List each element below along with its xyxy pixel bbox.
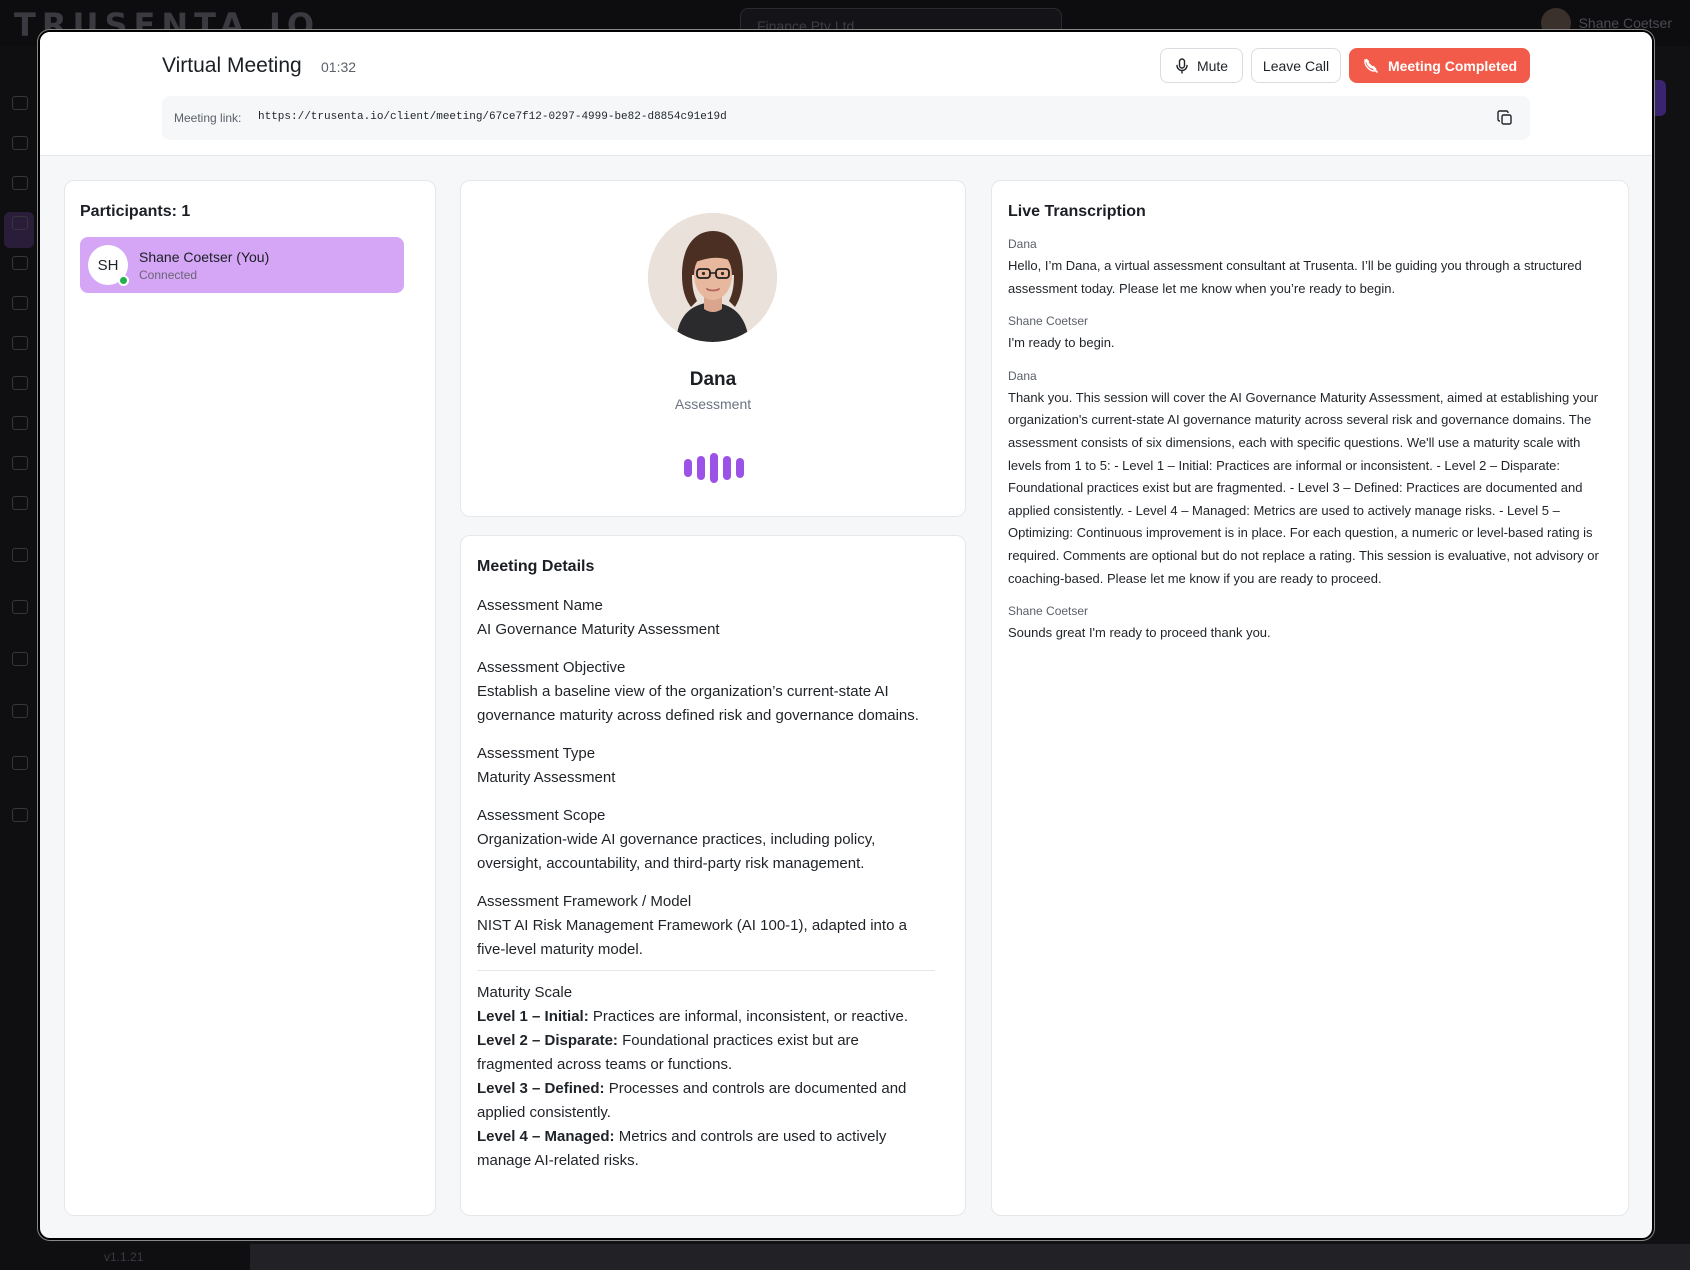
- virtual-meeting-modal: Virtual Meeting 01:32 Mute Leave Call Me…: [38, 30, 1654, 1240]
- meeting-link-label: Meeting link:: [174, 111, 242, 125]
- speaking-indicator: [684, 453, 744, 483]
- leave-call-label: Leave Call: [1262, 57, 1330, 74]
- users-icon[interactable]: [12, 808, 28, 822]
- calendar-icon[interactable]: [12, 136, 28, 150]
- maturity-scale-label: Maturity Scale: [477, 984, 573, 1001]
- online-status-dot: [118, 275, 129, 286]
- audio-bar: [723, 456, 731, 480]
- participants-panel: Participants: 1 SH Shane Coetser (You) C…: [64, 180, 436, 1216]
- help-icon[interactable]: [12, 496, 28, 510]
- agent-name: Dana: [689, 369, 737, 390]
- lightbulb-icon[interactable]: [12, 216, 28, 230]
- participant-item[interactable]: SH Shane Coetser (You) Connected: [80, 237, 404, 293]
- agent-role: Assessment: [674, 396, 752, 412]
- briefcase-icon[interactable]: [12, 600, 28, 614]
- transcript-text: I'm ready to begin.: [1008, 335, 1115, 351]
- org-chart-icon[interactable]: [12, 652, 28, 666]
- maturity-level: Level 4 – Managed: Metrics and controls …: [477, 1125, 937, 1173]
- leave-call-button[interactable]: Leave Call: [1251, 48, 1341, 83]
- detail-value: Maturity Assessment: [477, 769, 616, 786]
- detail-label: Assessment Framework / Model: [477, 893, 692, 910]
- app-version: v1.1.21: [104, 1250, 144, 1264]
- detail-label: Assessment Objective: [477, 659, 626, 676]
- meeting-completed-button[interactable]: Meeting Completed: [1349, 48, 1530, 83]
- live-transcription-title: Live Transcription: [1008, 203, 1146, 220]
- participant-status: Connected: [139, 267, 198, 282]
- meeting-title: Virtual Meeting: [162, 54, 302, 77]
- detail-value: Organization-wide AI governance practice…: [477, 831, 876, 872]
- meeting-details-title: Meeting Details: [477, 558, 595, 575]
- scale-icon[interactable]: [12, 756, 28, 770]
- audio-bar: [736, 458, 744, 478]
- participant-name: Shane Coetser (You): [139, 248, 270, 265]
- agent-avatar: [648, 213, 777, 342]
- maturity-level-name: Level 3 – Defined:: [477, 1080, 605, 1097]
- user-name: Shane Coetser: [1578, 15, 1672, 31]
- globe-icon[interactable]: [12, 704, 28, 718]
- clipboard-icon[interactable]: [12, 256, 28, 270]
- transcript-speaker: Dana: [1008, 237, 1037, 251]
- briefcase-icon[interactable]: [12, 176, 28, 190]
- details-divider: [477, 970, 935, 971]
- transcript-speaker: Shane Coetser: [1008, 314, 1089, 329]
- transcript-speaker: Shane Coetser: [1008, 604, 1089, 619]
- phone-off-icon: [1364, 58, 1378, 73]
- meeting-header: Virtual Meeting 01:32 Mute Leave Call Me…: [40, 32, 1652, 156]
- mute-button[interactable]: Mute: [1160, 48, 1243, 83]
- transcript-message: Shane Coetser I'm ready to begin.: [1008, 314, 1608, 355]
- detail-value: AI Governance Maturity Assessment: [477, 621, 720, 638]
- maturity-level-name: Level 4 – Managed:: [477, 1128, 615, 1145]
- meeting-timer: 01:32: [321, 59, 357, 75]
- audio-bar: [710, 453, 718, 483]
- live-transcription-panel: Live Transcription Dana Hello, I’m Dana,…: [991, 180, 1629, 1216]
- meeting-link-bar: Meeting link: https://trusenta.io/client…: [162, 96, 1530, 140]
- detail-field: Assessment Scope Organization-wide AI go…: [477, 804, 937, 876]
- mute-label: Mute: [1196, 57, 1229, 74]
- detail-label: Assessment Type: [477, 745, 596, 762]
- shield-icon[interactable]: [12, 548, 28, 562]
- target-icon[interactable]: [12, 296, 28, 310]
- copy-icon[interactable]: [1496, 109, 1514, 127]
- meeting-link-url[interactable]: https://trusenta.io/client/meeting/67ce7…: [258, 111, 727, 123]
- meeting-completed-label: Meeting Completed: [1387, 57, 1518, 74]
- checklist-icon[interactable]: [12, 336, 28, 350]
- transcript-text: Sounds great I'm ready to proceed thank …: [1008, 625, 1271, 641]
- maturity-level: Level 3 – Defined: Processes and control…: [477, 1077, 937, 1125]
- detail-label: Assessment Scope: [477, 807, 606, 824]
- alert-icon[interactable]: [12, 376, 28, 390]
- warning-icon[interactable]: [12, 416, 28, 430]
- detail-label: Assessment Name: [477, 597, 603, 614]
- meeting-details-panel: Meeting Details Assessment Name AI Gover…: [460, 535, 966, 1216]
- audio-bar: [684, 459, 692, 477]
- maturity-level: Level 2 – Disparate: Foundational practi…: [477, 1029, 937, 1077]
- detail-field: Assessment Framework / Model NIST AI Ris…: [477, 890, 937, 962]
- microphone-icon: [1176, 57, 1188, 74]
- participant-avatar: SH: [88, 245, 129, 286]
- app-main-bottom: [250, 1244, 1690, 1270]
- transcript-message: Dana Thank you. This session will cover …: [1008, 369, 1608, 590]
- transcript-message: Dana Hello, I’m Dana, a virtual assessme…: [1008, 237, 1608, 300]
- transcript-speaker: Dana: [1008, 368, 1037, 383]
- transcript-text: Thank you. This session will cover the A…: [1008, 389, 1599, 586]
- check-circle-icon[interactable]: [12, 456, 28, 470]
- maturity-level-name: Level 1 – Initial:: [477, 1008, 589, 1025]
- detail-field: Assessment Type Maturity Assessment: [477, 742, 937, 790]
- transcript-text: Hello, I’m Dana, a virtual assessment co…: [1008, 258, 1582, 296]
- maturity-level: Level 1 – Initial: Practices are informa…: [477, 1005, 937, 1029]
- detail-value: Establish a baseline view of the organiz…: [477, 683, 919, 724]
- participant-initials: SH: [97, 256, 119, 274]
- audio-bar: [697, 456, 705, 480]
- maturity-level-text: Practices are informal, inconsistent, or…: [588, 1008, 909, 1025]
- dashboard-icon[interactable]: [12, 96, 28, 110]
- agent-portrait-image: [648, 213, 777, 342]
- agent-panel: Dana Assessment: [460, 180, 966, 517]
- detail-field: Assessment Objective Establish a baselin…: [477, 656, 937, 728]
- participants-title: Participants: 1: [80, 203, 191, 220]
- maturity-level-name: Level 2 – Disparate:: [477, 1032, 618, 1049]
- transcript-message: Shane Coetser Sounds great I'm ready to …: [1008, 604, 1608, 645]
- detail-field: Assessment Name AI Governance Maturity A…: [477, 594, 937, 642]
- detail-value: NIST AI Risk Management Framework (AI 10…: [477, 917, 907, 958]
